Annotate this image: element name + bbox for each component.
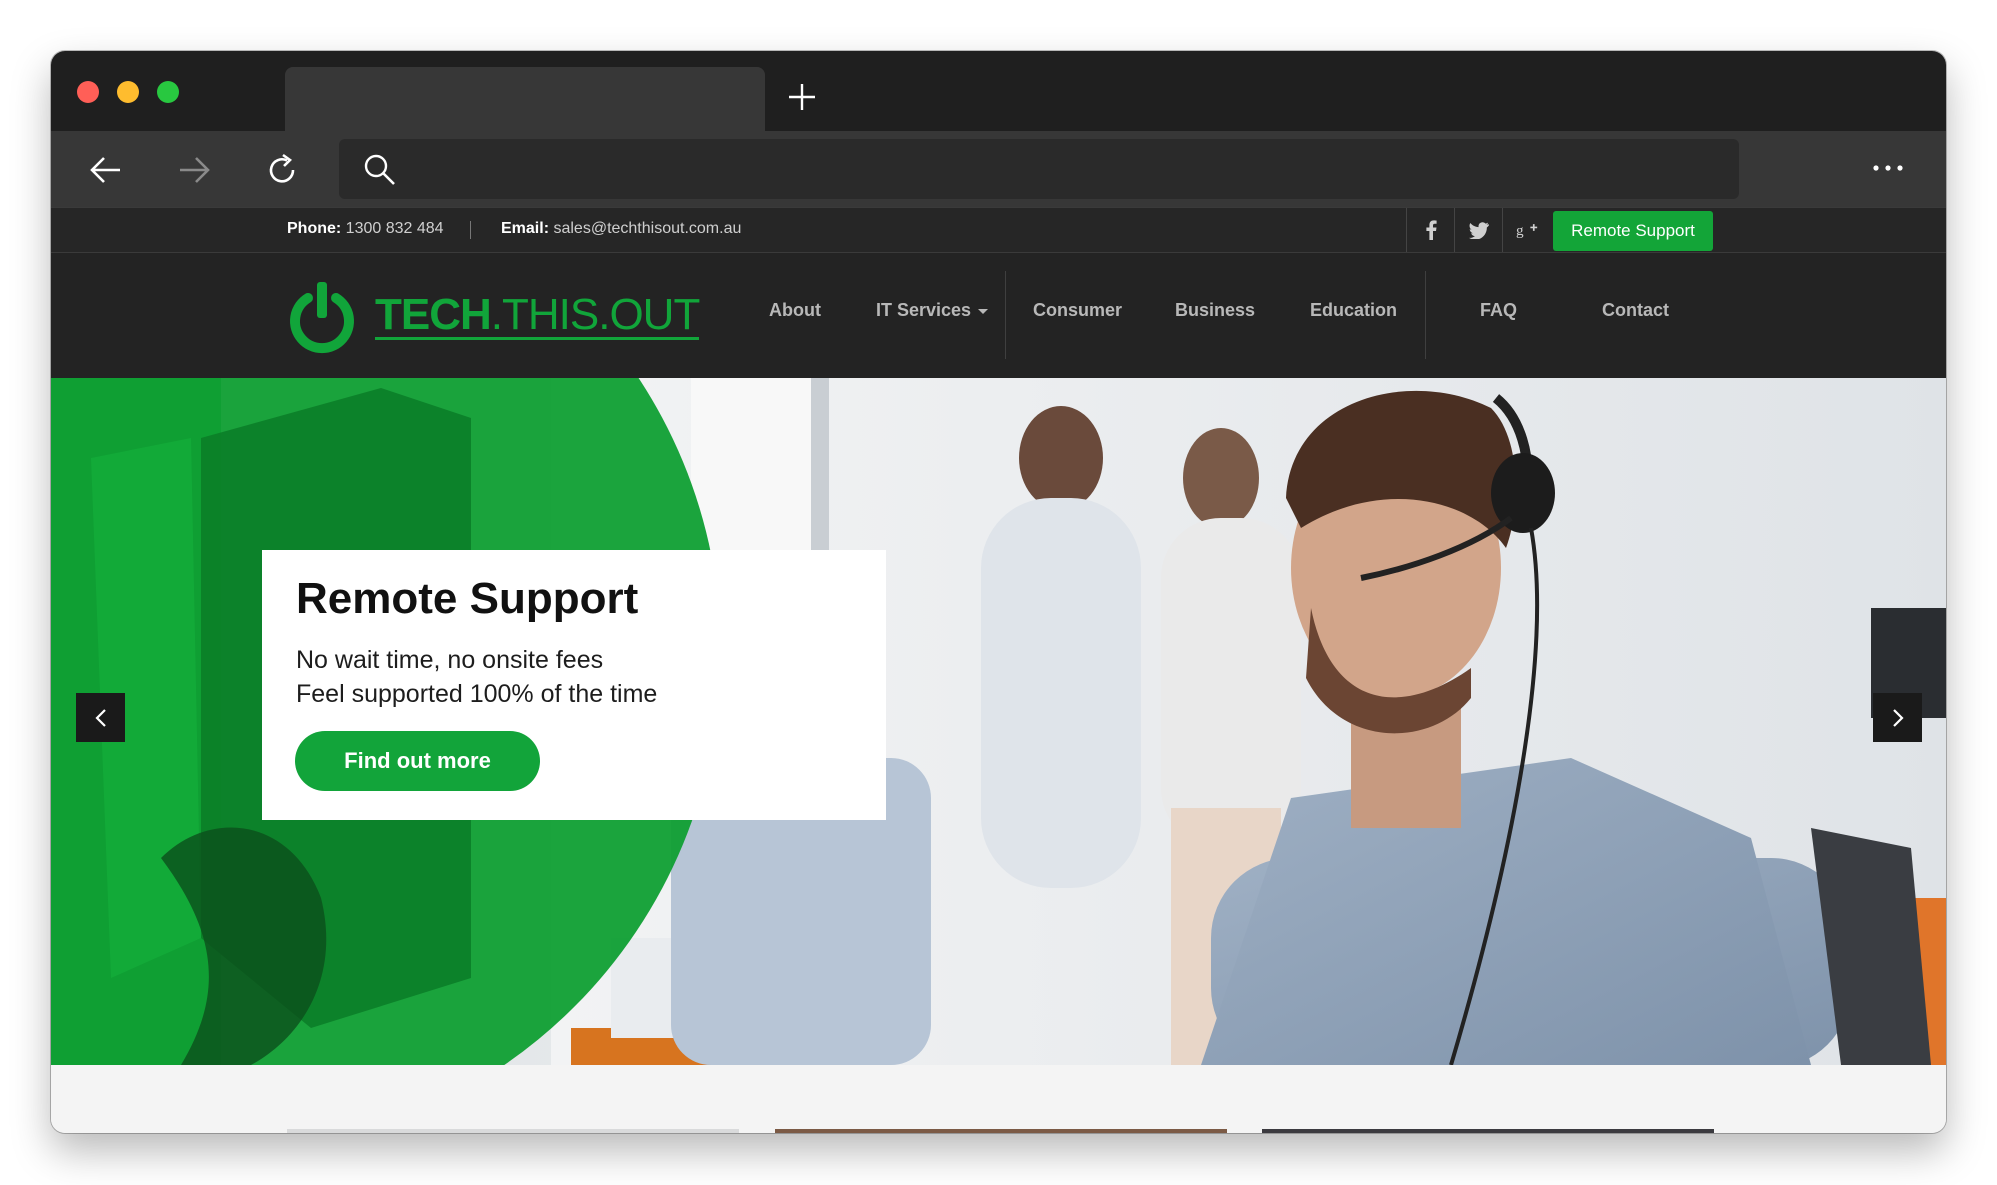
nav-about[interactable]: About <box>769 300 821 321</box>
browser-toolbar <box>51 131 1946 207</box>
site-top-bar: Phone: 1300 832 484 Email: sales@techthi… <box>51 207 1946 253</box>
address-bar[interactable] <box>339 139 1739 199</box>
nav-business[interactable]: Business <box>1175 300 1255 321</box>
hero-subtitle-line-1: No wait time, no onsite fees <box>296 646 604 674</box>
logo-text-rest: .THIS.OUT <box>490 289 701 339</box>
phone-label: Phone: <box>287 220 342 237</box>
nav-contact[interactable]: Contact <box>1602 300 1669 321</box>
site-header: TECH.THIS.OUT About IT Services Consumer… <box>51 253 1946 378</box>
facebook-icon[interactable] <box>1406 208 1454 252</box>
nav-education[interactable]: Education <box>1310 300 1397 321</box>
caret-down-icon <box>978 308 989 314</box>
arrow-left-icon[interactable] <box>87 151 125 189</box>
reload-icon[interactable] <box>263 151 301 189</box>
email-value[interactable]: sales@techthisout.com.au <box>553 220 741 237</box>
remote-support-button[interactable]: Remote Support <box>1553 211 1713 251</box>
phone-contact: Phone: 1300 832 484 <box>287 220 444 238</box>
search-icon <box>364 154 395 185</box>
contact-divider <box>470 221 471 239</box>
arrow-right-icon[interactable] <box>175 151 213 189</box>
chevron-right-icon <box>1892 708 1904 727</box>
nav-divider <box>1425 271 1426 359</box>
content-section <box>51 1065 1946 1133</box>
power-logo-icon <box>290 282 354 354</box>
chevron-left-icon <box>94 708 106 727</box>
hero-slider: Remote Support No wait time, no onsite f… <box>51 378 1946 1065</box>
browser-window: Phone: 1300 832 484 Email: sales@techthi… <box>51 51 1946 1133</box>
nav-faq[interactable]: FAQ <box>1480 300 1517 321</box>
close-window-button[interactable] <box>77 81 99 103</box>
nav-it-services-label: IT Services <box>876 300 972 320</box>
site-logo[interactable]: TECH.THIS.OUT <box>287 279 700 355</box>
phone-value[interactable]: 1300 832 484 <box>346 220 444 237</box>
browser-tab[interactable] <box>285 67 765 131</box>
find-out-more-button[interactable]: Find out more <box>295 731 540 791</box>
email-label: Email: <box>501 220 550 237</box>
more-dots-icon[interactable] <box>1870 153 1906 183</box>
hero-caption-box: Remote Support No wait time, no onsite f… <box>262 550 886 820</box>
hero-subtitle-line-2: Feel supported 100% of the time <box>296 680 658 708</box>
tab-bar <box>51 51 1946 131</box>
minimize-window-button[interactable] <box>117 81 139 103</box>
svg-text:g: g <box>1516 222 1524 239</box>
logo-text-bold: TECH <box>375 289 492 339</box>
slider-prev-button[interactable] <box>76 693 125 742</box>
email-contact: Email: sales@techthisout.com.au <box>501 220 741 238</box>
card-image-2[interactable] <box>775 1129 1227 1133</box>
hero-title: Remote Support <box>296 574 639 623</box>
twitter-icon[interactable] <box>1454 208 1502 252</box>
nav-consumer[interactable]: Consumer <box>1033 300 1122 321</box>
card-image-3[interactable] <box>1262 1129 1714 1133</box>
nav-divider <box>1005 271 1006 359</box>
nav-it-services[interactable]: IT Services <box>876 300 989 321</box>
logo-text: TECH.THIS.OUT <box>375 292 700 340</box>
plus-icon[interactable] <box>786 81 818 113</box>
slider-next-button[interactable] <box>1873 693 1922 742</box>
maximize-window-button[interactable] <box>157 81 179 103</box>
google-plus-icon[interactable]: g <box>1502 208 1550 252</box>
card-image-1[interactable] <box>287 1129 739 1133</box>
